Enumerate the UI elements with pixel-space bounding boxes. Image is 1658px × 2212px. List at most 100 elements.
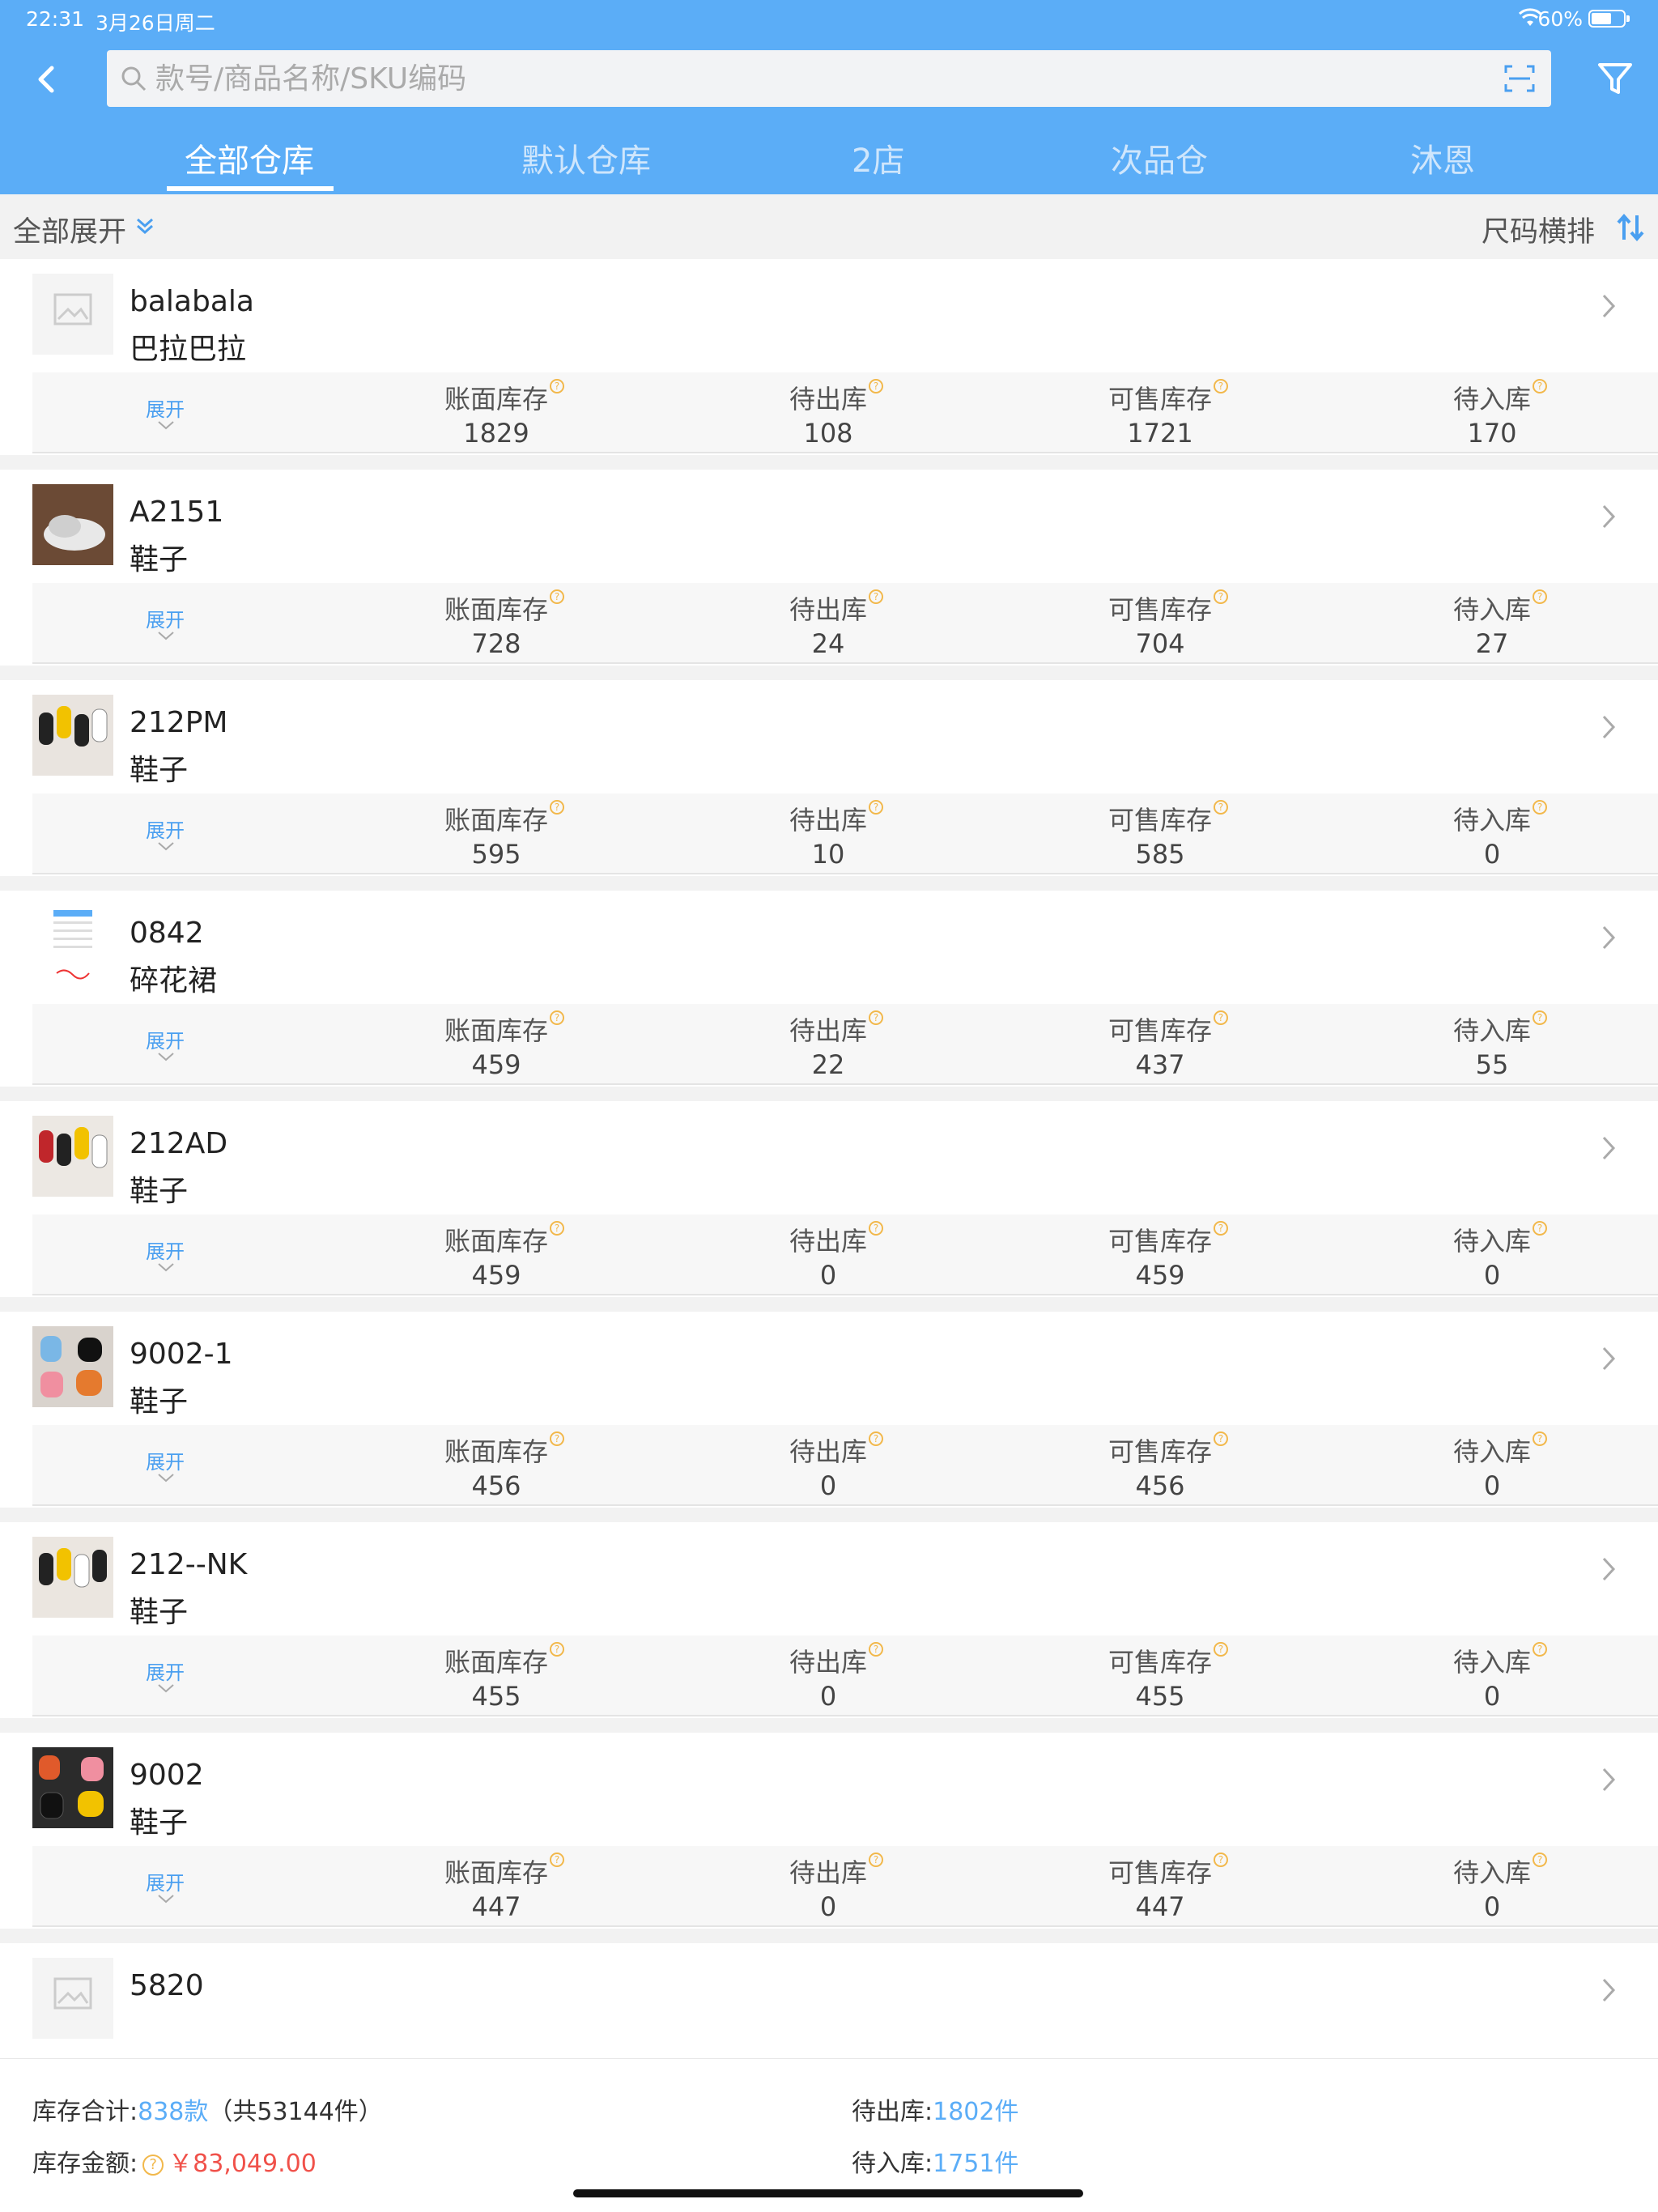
chevron-right-icon[interactable] <box>1600 1976 1618 2005</box>
filter-icon[interactable] <box>1595 58 1635 99</box>
saleable-stock-value: 1721 <box>1127 418 1193 449</box>
product-card[interactable]: 212--NK 鞋子 展开 账面库存? 455 待出库? 0 可售库存? 455 待入… <box>0 1522 1658 1718</box>
expand-all-button[interactable]: 全部展开 <box>13 209 126 250</box>
chevron-right-icon[interactable] <box>1600 502 1618 531</box>
pending-in: 待入库? 170 <box>1387 379 1597 449</box>
help-icon: ? <box>550 1221 564 1236</box>
product-thumbnail <box>32 695 113 776</box>
chevron-right-icon[interactable] <box>1600 1344 1618 1373</box>
expand-button[interactable]: 展开 <box>146 1657 185 1685</box>
pending-in: 待入库? 55 <box>1387 1010 1597 1080</box>
pending-out: 待出库? 108 <box>723 379 933 449</box>
product-card[interactable]: 212AD 鞋子 展开 账面库存? 459 待出库? 0 可售库存? 459 待入库?… <box>0 1101 1658 1297</box>
no-image-placeholder <box>32 1958 113 2039</box>
product-card[interactable]: 212PM 鞋子 展开 账面库存? 595 待出库? 10 可售库存? 585 待入库… <box>0 680 1658 876</box>
chevron-down-icon[interactable] <box>156 630 176 643</box>
expand-button[interactable]: 展开 <box>146 1867 185 1895</box>
pending-in: 待入库? 0 <box>1387 1221 1597 1291</box>
size-horizontal-button[interactable]: 尺码横排 <box>1482 209 1595 250</box>
expand-button[interactable]: 展开 <box>146 815 185 843</box>
tab-defect-warehouse[interactable]: 次品仓 <box>1111 134 1208 181</box>
expand-button[interactable]: 展开 <box>146 393 185 422</box>
pending-in-total-row: 待入库:1751件 <box>852 2150 1019 2178</box>
product-card[interactable]: 9002-1 鞋子 展开 账面库存? 456 待出库? 0 可售库存? 456 待入库… <box>0 1312 1658 1508</box>
chevron-right-icon[interactable] <box>1600 291 1618 321</box>
chevron-right-icon[interactable] <box>1600 1765 1618 1794</box>
stock-summary: 展开 账面库存? 728 待出库? 24 可售库存? 704 待入库? 27 <box>32 583 1658 664</box>
product-code: 9002-1 <box>130 1338 233 1371</box>
product-card[interactable]: 0842 碎花裙 展开 账面库存? 459 待出库? 22 可售库存? 437 待入库… <box>0 891 1658 1087</box>
tab-default-warehouse[interactable]: 默认仓库 <box>521 134 651 181</box>
book-stock-value: 459 <box>471 1260 521 1291</box>
expand-button[interactable]: 展开 <box>146 604 185 632</box>
chevron-down-icon[interactable] <box>156 1682 176 1695</box>
chevron-right-icon[interactable] <box>1600 1134 1618 1163</box>
tab-muen[interactable]: 沐恩 <box>1410 134 1475 181</box>
chevron-right-icon[interactable] <box>1600 923 1618 952</box>
tab-store-2[interactable]: 2店 <box>852 134 904 181</box>
nav-bar <box>0 39 1658 120</box>
saleable-stock: 可售库存? 447 <box>1055 1853 1265 1922</box>
no-image-placeholder <box>32 274 113 355</box>
pending-out-value: 0 <box>819 1681 837 1712</box>
search-box[interactable] <box>107 50 1551 107</box>
book-stock: 账面库存? 1829 <box>391 379 602 449</box>
product-category: 碎花裙 <box>130 964 218 998</box>
expand-button[interactable]: 展开 <box>146 1446 185 1474</box>
search-input[interactable] <box>155 50 1451 107</box>
product-card[interactable]: 5820 <box>0 1943 1658 2058</box>
status-bar: 22:31 3月26日周二 60% <box>0 0 1658 39</box>
help-icon[interactable]: ? <box>142 2154 164 2176</box>
chevron-down-icon[interactable] <box>156 840 176 853</box>
active-tab-indicator <box>167 186 334 191</box>
help-icon: ? <box>1214 800 1228 815</box>
chevron-down-icon[interactable] <box>156 1472 176 1485</box>
book-stock: 账面库存? 455 <box>391 1642 602 1712</box>
product-thumbnail <box>32 484 113 565</box>
product-card[interactable]: A2151 鞋子 展开 账面库存? 728 待出库? 24 可售库存? 704 待入库… <box>0 470 1658 666</box>
product-card[interactable]: 9002 鞋子 展开 账面库存? 447 待出库? 0 可售库存? 447 待入库? 0 <box>0 1733 1658 1929</box>
pending-out-value: 24 <box>811 628 845 659</box>
help-icon: ? <box>869 1431 883 1446</box>
product-thumbnail <box>32 1537 113 1618</box>
pending-in-value: 0 <box>1483 839 1501 870</box>
help-icon: ? <box>550 1642 564 1657</box>
help-icon: ? <box>550 1431 564 1446</box>
stock-summary: 展开 账面库存? 459 待出库? 0 可售库存? 459 待入库? 0 <box>32 1214 1658 1295</box>
help-icon: ? <box>1214 589 1228 604</box>
help-icon: ? <box>869 1221 883 1236</box>
back-icon[interactable] <box>24 55 73 104</box>
product-category: 鞋子 <box>130 1175 189 1208</box>
product-category: 巴拉巴拉 <box>130 333 247 366</box>
saleable-stock: 可售库存? 1721 <box>1055 379 1265 449</box>
chevron-down-icon[interactable] <box>156 419 176 432</box>
help-icon: ? <box>1214 1431 1228 1446</box>
tab-all-warehouses[interactable]: 全部仓库 <box>185 134 314 181</box>
pending-out-total: 1802件 <box>933 2098 1019 2126</box>
double-chevron-down-icon[interactable] <box>134 217 155 235</box>
scan-icon[interactable] <box>1504 63 1535 94</box>
pending-in-total: 1751件 <box>933 2150 1019 2178</box>
help-icon: ? <box>1533 800 1547 815</box>
stock-summary: 展开 账面库存? 456 待出库? 0 可售库存? 456 待入库? 0 <box>32 1425 1658 1506</box>
product-category: 鞋子 <box>130 754 189 787</box>
help-icon: ? <box>1533 1221 1547 1236</box>
expand-button[interactable]: 展开 <box>146 1236 185 1264</box>
help-icon: ? <box>869 1642 883 1657</box>
home-indicator[interactable] <box>573 2189 1083 2197</box>
expand-button[interactable]: 展开 <box>146 1025 185 1053</box>
help-icon: ? <box>550 379 564 393</box>
help-icon: ? <box>550 589 564 604</box>
chevron-right-icon[interactable] <box>1600 1555 1618 1584</box>
status-time: 22:31 <box>26 7 85 31</box>
sort-icon[interactable] <box>1616 212 1645 243</box>
chevron-down-icon[interactable] <box>156 1051 176 1064</box>
help-icon: ? <box>869 379 883 393</box>
pending-out: 待出库? 0 <box>723 1642 933 1712</box>
chevron-down-icon[interactable] <box>156 1261 176 1274</box>
chevron-right-icon[interactable] <box>1600 713 1618 742</box>
chevron-down-icon[interactable] <box>156 1893 176 1906</box>
pending-out: 待出库? 22 <box>723 1010 933 1080</box>
product-card[interactable]: balabala 巴拉巴拉 展开 账面库存? 1829 待出库? 108 可售库存?… <box>0 259 1658 455</box>
saleable-stock-value: 455 <box>1135 1681 1185 1712</box>
